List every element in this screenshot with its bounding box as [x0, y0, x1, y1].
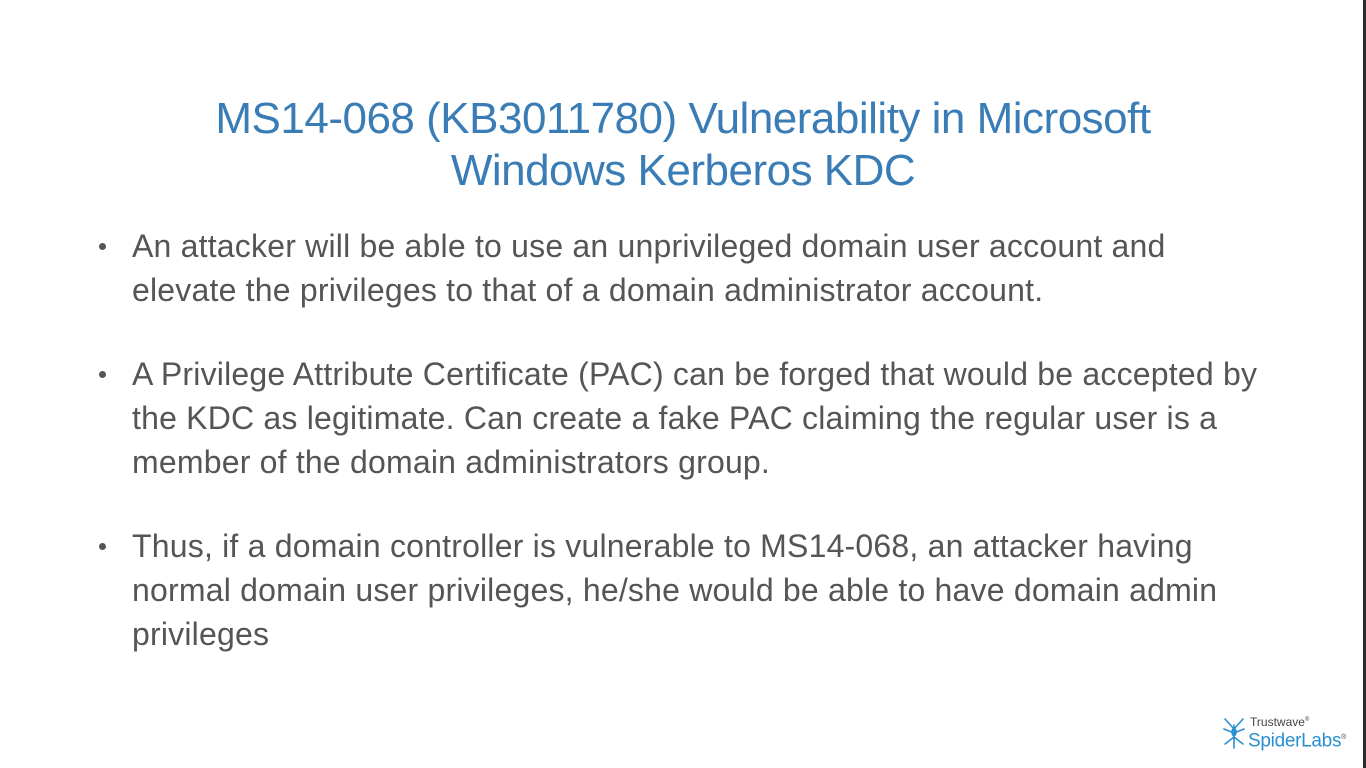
- slide-title-line-2: Windows Kerberos KDC: [450, 146, 916, 196]
- trustwave-spiderlabs-logo: Trustwave® SpiderLabs®: [1223, 714, 1346, 750]
- bullet-dot: [99, 543, 106, 550]
- bullet-item: An attacker will be able to use an unpri…: [96, 224, 1266, 312]
- bullet-item: Thus, if a domain controller is vulnerab…: [96, 524, 1266, 656]
- spider-icon: [1223, 715, 1245, 749]
- logo-spiderlabs-text: SpiderLabs®: [1248, 730, 1346, 751]
- slide-title: MS14-068 (KB3011780) Vulnerability in Mi…: [120, 93, 1246, 197]
- logo-trustwave-text: Trustwave®: [1250, 714, 1310, 729]
- bullet-list: An attacker will be able to use an unpri…: [96, 224, 1266, 656]
- bullet-item: A Privilege Attribute Certificate (PAC) …: [96, 352, 1266, 484]
- bullet-dot: [99, 371, 106, 378]
- bullet-text: A Privilege Attribute Certificate (PAC) …: [132, 356, 1258, 480]
- bullet-dot: [99, 243, 106, 250]
- bullet-text: Thus, if a domain controller is vulnerab…: [132, 528, 1218, 652]
- slide-title-line-1: MS14-068 (KB3011780) Vulnerability in Mi…: [215, 94, 1151, 144]
- bullet-text: An attacker will be able to use an unpri…: [132, 228, 1166, 308]
